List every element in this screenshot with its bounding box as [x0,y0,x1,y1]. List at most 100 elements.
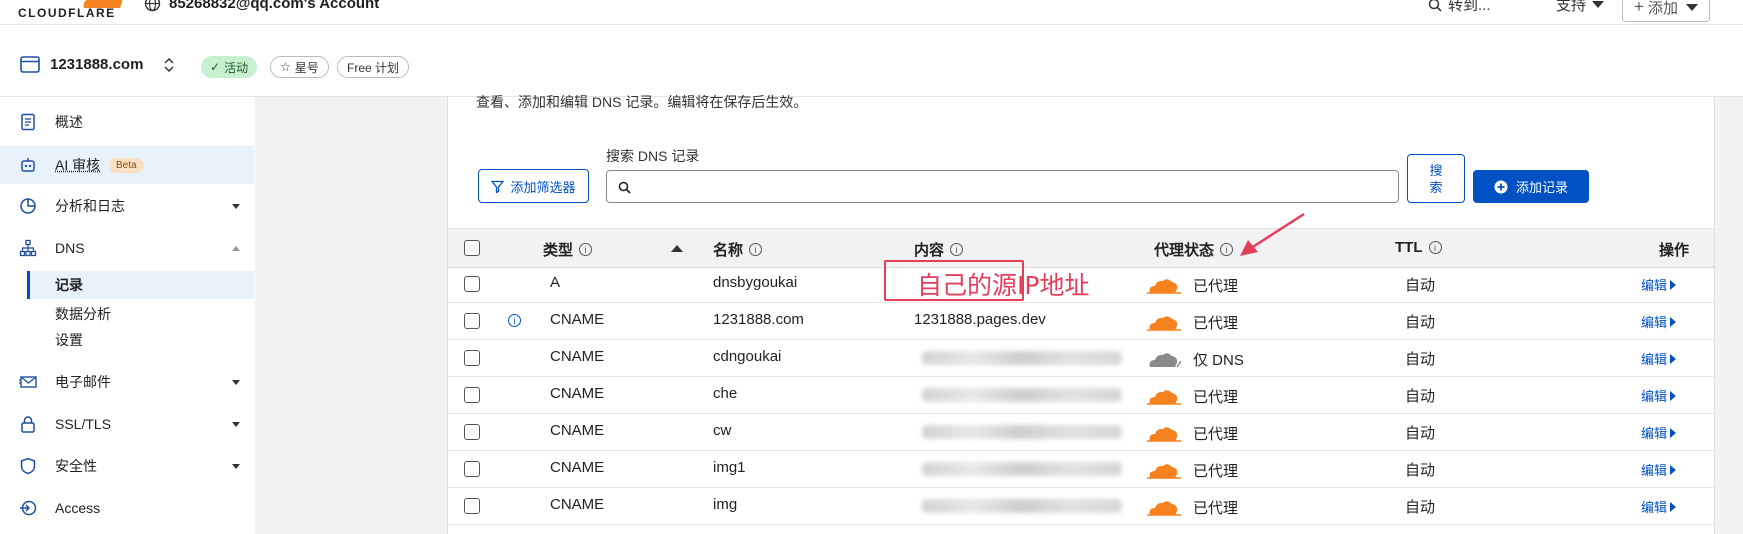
zone-selector[interactable]: 1231888.com [20,56,175,73]
sidebar-subitem-records[interactable]: 记录 [27,271,254,299]
caret-right-icon [1670,464,1677,475]
column-header-content[interactable]: 内容 i [914,239,964,260]
goto-menu[interactable]: 转到... [1428,0,1491,15]
record-name: img1 [713,459,746,476]
edit-button[interactable]: 编辑 [1641,497,1677,516]
table-row[interactable]: CNAME cw 已代理 自动 编辑 [448,413,1714,451]
edit-button[interactable]: 编辑 [1641,275,1677,294]
info-icon[interactable]: i [749,243,763,256]
edit-button[interactable]: 编辑 [1641,460,1677,479]
proxy-status: 已代理 [1147,312,1238,333]
proxy-status-label: 已代理 [1193,426,1239,443]
chevron-down-icon [232,421,240,427]
sidebar-item-analytics[interactable]: 分析和日志 [0,189,254,223]
caret-right-icon [1670,316,1677,327]
row-checkbox[interactable] [464,313,480,329]
sidebar-item-ssl[interactable]: SSL/TLS [0,407,254,441]
logo-text: CLOUDFLARE [18,6,116,20]
plan-badge[interactable]: Free 计划 [337,56,410,78]
sidebar-subitem-settings[interactable]: 设置 [27,326,254,354]
row-checkbox[interactable] [464,387,480,403]
proxy-status-label: 已代理 [1193,500,1239,517]
beta-badge: Beta [109,157,144,173]
support-menu[interactable]: 支持 [1556,0,1605,15]
search-button[interactable]: 搜索 [1407,154,1465,203]
sidebar-item-access[interactable]: Access [0,491,254,525]
edit-button[interactable]: 编辑 [1641,312,1677,331]
row-checkbox[interactable] [464,461,480,477]
document-icon [21,113,35,131]
table-row[interactable]: i CNAME 1231888.com 1231888.pages.dev 已代… [448,302,1714,340]
column-header-ttl[interactable]: TTL i [1395,239,1442,256]
annotation-text: 自己的源IP地址 [917,271,1090,300]
info-icon[interactable]: i [579,243,593,256]
sidebar-item-label: 安全性 [55,458,97,474]
main-content: 查看、添加和编辑 DNS 记录。编辑将在保存后生效。 搜索 DNS 记录 添加筛… [255,94,1743,534]
row-checkbox[interactable] [464,424,480,440]
sidebar: 概述 AI 审核 Beta 分析和日志 DNS 记录 数据分析 设置 电子邮件 … [0,97,256,534]
star-button[interactable]: ☆ 星号 [270,56,329,78]
sidebar-item-dns[interactable]: DNS [0,231,254,265]
sidebar-item-overview[interactable]: 概述 [0,105,254,139]
record-name: dnsbygoukai [713,274,798,291]
select-all-checkbox[interactable] [464,240,480,256]
edit-button[interactable]: 编辑 [1641,386,1677,405]
search-input[interactable] [606,170,1399,203]
info-icon[interactable]: i [950,243,964,256]
caret-right-icon [1670,353,1677,364]
record-name: cw [713,422,732,439]
record-type: CNAME [550,348,605,365]
edit-button[interactable]: 编辑 [1641,349,1677,368]
record-type: CNAME [550,496,605,513]
caret-right-icon [1670,279,1677,290]
sidebar-item-ai-audit[interactable]: AI 审核 Beta [0,146,254,184]
column-header-proxy[interactable]: 代理状态 i [1154,239,1234,260]
info-icon[interactable]: i [508,314,521,327]
record-ttl: 自动 [1405,499,1436,516]
record-ttl: 自动 [1405,462,1436,479]
info-icon[interactable]: i [1428,241,1442,254]
email-icon [19,376,37,388]
cloudflare-logo[interactable]: CLOUDFLARE [8,0,123,22]
sidebar-subitem-label: 记录 [55,277,83,293]
column-header-name[interactable]: 名称 i [713,239,763,260]
sidebar-item-label: 分析和日志 [55,198,125,214]
sidebar-subitem-analytics[interactable]: 数据分析 [27,300,254,328]
account-switcher[interactable]: 85268832@qq.com's Account [144,0,379,12]
record-name: che [713,385,738,402]
add-button[interactable]: + 添加 [1622,0,1710,22]
caret-right-icon [1670,427,1677,438]
table-row[interactable]: CNAME cdngoukai 仅 DNS 自动 编辑 [448,339,1714,377]
add-record-button[interactable]: 添加记录 [1473,170,1589,203]
record-type: CNAME [550,311,605,328]
table-row[interactable]: CNAME img 已代理 自动 编辑 [448,487,1714,525]
account-name: 85268832@qq.com's Account [169,0,380,12]
column-header-type[interactable]: 类型 i [543,239,593,260]
check-icon: ✓ [210,60,221,74]
row-checkbox[interactable] [464,498,480,514]
add-filter-button[interactable]: 添加筛选器 [478,169,589,203]
edit-label: 编辑 [1641,500,1668,515]
info-icon[interactable]: i [1220,243,1234,256]
sort-ascending-icon[interactable] [671,245,683,252]
access-icon [20,500,37,516]
proxied-cloud-icon [1147,500,1181,516]
dns-records-card: 查看、添加和编辑 DNS 记录。编辑将在保存后生效。 搜索 DNS 记录 添加筛… [447,94,1715,534]
top-bar: CLOUDFLARE 85268832@qq.com's Account 转到.… [0,0,1743,25]
sidebar-item-label: DNS [55,240,85,256]
redacted-content [922,462,1122,476]
record-ttl: 自动 [1405,388,1436,405]
proxy-status: 已代理 [1147,460,1238,481]
proxy-status-label: 已代理 [1193,463,1239,480]
sidebar-item-security[interactable]: 安全性 [0,449,254,483]
table-row[interactable]: CNAME che 已代理 自动 编辑 [448,376,1714,414]
table-row[interactable]: CNAME img1 已代理 自动 编辑 [448,450,1714,488]
row-checkbox[interactable] [464,276,480,292]
row-checkbox[interactable] [464,350,480,366]
column-header-label: 类型 [543,242,574,259]
proxy-status-label: 已代理 [1193,315,1239,332]
sidebar-item-email[interactable]: 电子邮件 [0,365,254,399]
column-header-label: 操作 [1659,242,1690,259]
search-label: 搜索 DNS 记录 [606,148,700,164]
edit-button[interactable]: 编辑 [1641,423,1677,442]
